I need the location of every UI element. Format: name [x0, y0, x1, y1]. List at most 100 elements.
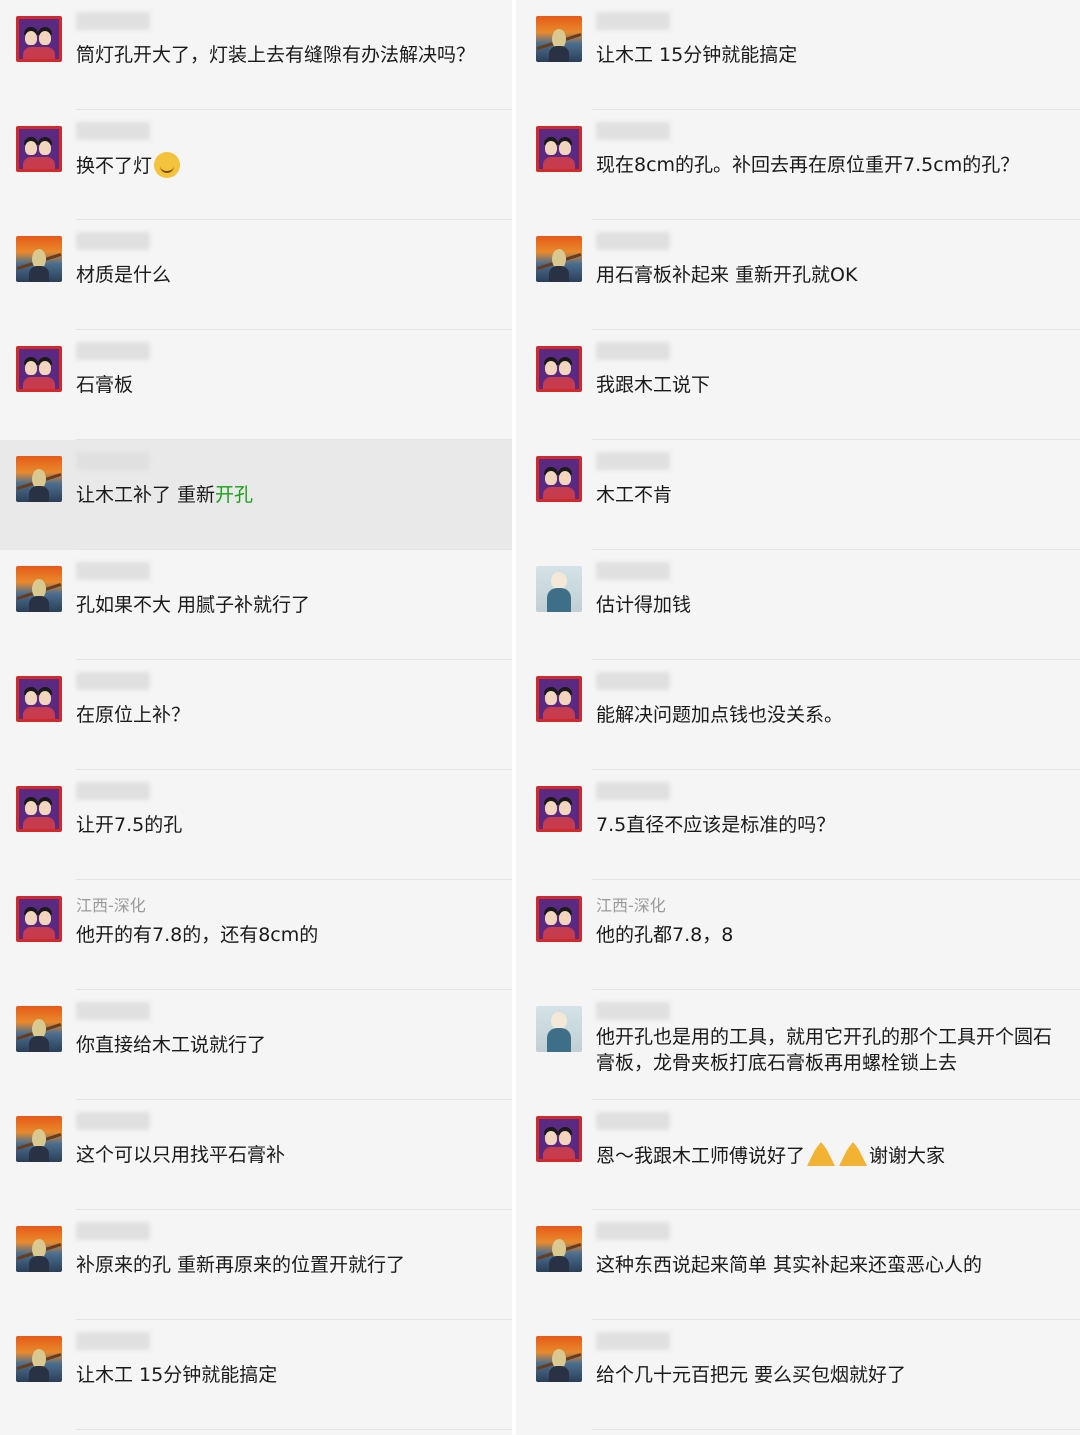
chat-message[interactable]: 补原来的孔 重新再原来的位置开就行了: [0, 1210, 512, 1320]
chat-message[interactable]: 恩～我跟木工师傅说好了 谢谢大家: [516, 1100, 1080, 1210]
couple-avatar-icon[interactable]: [16, 676, 62, 722]
chat-message[interactable]: 江西-深化他的孔都7.8，8: [516, 880, 1080, 990]
child-avatar-icon[interactable]: [536, 1006, 582, 1052]
chat-message[interactable]: 江西-深化 他开的有7.8的，还有8cm的: [0, 880, 512, 990]
sender-name: [76, 1222, 150, 1240]
chat-message[interactable]: 这种东西说起来简单 其实补起来还蛮恶心人的: [516, 1210, 1080, 1320]
chat-message[interactable]: 给个几十元百把元 要么买包烟就好了: [516, 1320, 1080, 1430]
sender-name: [76, 672, 150, 690]
chat-message[interactable]: 木工不肯: [516, 440, 1080, 550]
couple-avatar-icon[interactable]: [536, 456, 582, 502]
message-text: 这种东西说起来简单 其实补起来还蛮恶心人的: [596, 1252, 1070, 1278]
chat-message[interactable]: 在原位上补？: [0, 660, 512, 770]
sender-name: [596, 782, 670, 800]
message-text: 他的孔都7.8，8: [596, 922, 1070, 948]
crying-laughing-emoji-icon: [154, 152, 181, 178]
scream-avatar-icon[interactable]: [16, 1336, 62, 1382]
chat-message[interactable]: 让木工补了 重新开孔: [0, 440, 512, 550]
message-body: 木工不肯: [596, 484, 673, 506]
message-text: 用石膏板补起来 重新开孔就OK: [596, 262, 1070, 288]
message-text: 换不了灯: [76, 152, 502, 179]
message-body: 他开孔也是用的工具，就用它开孔的那个工具开个圆石膏板，龙骨夹板打底石膏板再用螺栓…: [596, 1026, 1053, 1074]
chat-message[interactable]: 你直接给木工说就行了: [0, 990, 512, 1100]
message-text: 恩～我跟木工师傅说好了 谢谢大家: [596, 1142, 1070, 1169]
chat-message[interactable]: 现在8cm的孔。补回去再在原位重开7.5cm的孔？: [516, 110, 1080, 220]
message-body: 材质是什么: [76, 264, 172, 286]
sender-name: [76, 12, 150, 30]
scream-avatar-icon[interactable]: [16, 1116, 62, 1162]
chat-message[interactable]: 换不了灯: [0, 110, 512, 220]
couple-avatar-icon[interactable]: [536, 896, 582, 942]
message-body: 给个几十元百把元 要么买包烟就好了: [596, 1364, 907, 1386]
chat-message[interactable]: 让开7.5的孔: [0, 770, 512, 880]
couple-avatar-icon[interactable]: [536, 676, 582, 722]
chat-message[interactable]: 这个可以只用找平石膏补: [0, 1100, 512, 1210]
highlighted-text: 开孔: [215, 484, 254, 506]
chat-message[interactable]: 让木工 15分钟就能搞定: [516, 0, 1080, 110]
scream-avatar-icon[interactable]: [16, 236, 62, 282]
sender-name: [596, 562, 670, 580]
sender-name: [76, 1332, 150, 1350]
message-text: 我跟木工说下: [596, 372, 1070, 398]
couple-avatar-icon[interactable]: [16, 16, 62, 62]
sender-name: [596, 122, 670, 140]
scream-avatar-icon[interactable]: [16, 456, 62, 502]
scream-avatar-icon[interactable]: [16, 1006, 62, 1052]
chat-message[interactable]: 石膏板: [0, 330, 512, 440]
chat-message[interactable]: 他开孔也是用的工具，就用它开孔的那个工具开个圆石膏板，龙骨夹板打底石膏板再用螺栓…: [516, 990, 1080, 1100]
chat-message[interactable]: 能解决问题加点钱也没关系。: [516, 660, 1080, 770]
couple-avatar-icon[interactable]: [536, 786, 582, 832]
couple-avatar-icon[interactable]: [536, 126, 582, 172]
sender-name: 江西-深化: [596, 896, 666, 915]
message-text: 孔如果不大 用腻子补就行了: [76, 592, 502, 618]
sender-name: [596, 1222, 670, 1240]
chat-message[interactable]: 材质是什么: [0, 220, 512, 330]
sender-name: [76, 562, 150, 580]
couple-avatar-icon[interactable]: [536, 1116, 582, 1162]
scream-avatar-icon[interactable]: [536, 236, 582, 282]
couple-avatar-icon[interactable]: [16, 786, 62, 832]
chat-message[interactable]: 筒灯孔开大了，灯装上去有缝隙有办法解决吗？: [0, 0, 512, 110]
message-body: 估计得加钱: [596, 594, 692, 616]
message-text: 他开孔也是用的工具，就用它开孔的那个工具开个圆石膏板，龙骨夹板打底石膏板再用螺栓…: [596, 1024, 1070, 1076]
message-body: 在原位上补？: [76, 704, 191, 726]
chat-message[interactable]: 7.5直径不应该是标准的吗？: [516, 770, 1080, 880]
message-body: 让开7.5的孔: [76, 814, 183, 836]
message-suffix: 谢谢大家: [869, 1145, 946, 1167]
message-body: 你直接给木工说就行了: [76, 1034, 267, 1056]
sender-name: 江西-深化: [76, 896, 146, 915]
child-avatar-icon[interactable]: [536, 566, 582, 612]
scream-avatar-icon[interactable]: [16, 1226, 62, 1272]
message-body: 让木工 15分钟就能搞定: [596, 44, 798, 66]
message-body: 恩～我跟木工师傅说好了: [596, 1145, 806, 1167]
pray-hands-icon: [839, 1142, 868, 1166]
scream-avatar-icon[interactable]: [536, 1226, 582, 1272]
chat-message[interactable]: 用石膏板补起来 重新开孔就OK: [516, 220, 1080, 330]
chat-message[interactable]: 孔如果不大 用腻子补就行了: [0, 550, 512, 660]
sender-name: [596, 672, 670, 690]
sender-name: [596, 452, 670, 470]
message-body: 让木工补了 重新: [76, 484, 216, 506]
chat-message[interactable]: 估计得加钱: [516, 550, 1080, 660]
chat-message[interactable]: 让木工 15分钟就能搞定: [0, 1320, 512, 1430]
scream-avatar-icon[interactable]: [536, 1336, 582, 1382]
message-body: 用石膏板补起来 重新开孔就OK: [596, 264, 858, 286]
message-text: 让木工 15分钟就能搞定: [596, 42, 1070, 68]
sender-name: [596, 1332, 670, 1350]
couple-avatar-icon[interactable]: [16, 126, 62, 172]
message-text: 你直接给木工说就行了: [76, 1032, 502, 1058]
sender-name: [596, 232, 670, 250]
sender-name: [76, 782, 150, 800]
chat-message[interactable]: 我跟木工说下: [516, 330, 1080, 440]
sender-name: [76, 1112, 150, 1130]
couple-avatar-icon[interactable]: [536, 346, 582, 392]
sender-name: [76, 122, 150, 140]
couple-avatar-icon[interactable]: [16, 896, 62, 942]
scream-avatar-icon[interactable]: [536, 16, 582, 62]
message-text: 筒灯孔开大了，灯装上去有缝隙有办法解决吗？: [76, 42, 502, 68]
message-body: 7.5直径不应该是标准的吗？: [596, 814, 836, 836]
scream-avatar-icon[interactable]: [16, 566, 62, 612]
sender-name: [76, 452, 150, 470]
couple-avatar-icon[interactable]: [16, 346, 62, 392]
message-body: 能解决问题加点钱也没关系。: [596, 704, 844, 726]
